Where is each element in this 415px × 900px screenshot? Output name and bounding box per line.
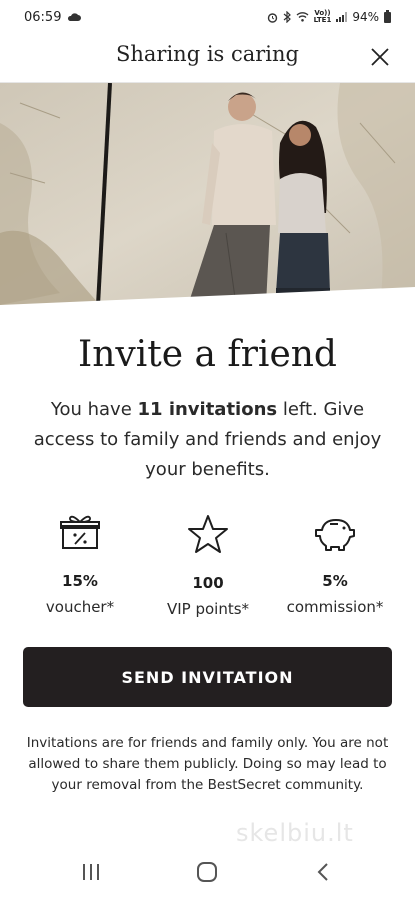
watermark: skelbiu.lt [236, 819, 354, 847]
modal-header: Sharing is caring [0, 36, 415, 83]
vip-points-label: VIP points* [166, 600, 250, 618]
status-left: 06:59 [24, 10, 82, 25]
bluetooth-icon [283, 11, 291, 23]
status-right: Vo)) LTE1 94% [267, 9, 391, 24]
system-navbar [0, 848, 415, 900]
voucher-label: voucher* [45, 598, 115, 616]
benefit-commission: 5% commission* [266, 514, 404, 616]
signal-icon [336, 12, 348, 22]
hero-image [0, 83, 415, 305]
cloud-icon [68, 13, 82, 21]
disclaimer-text: Invitations are for friends and family o… [26, 735, 389, 793]
home-icon[interactable] [192, 860, 222, 884]
commission-value: 5% [322, 572, 348, 590]
network-badge: Vo)) LTE1 [314, 10, 332, 24]
send-invitation-label: SEND INVITATION [121, 667, 294, 687]
intro-text-before: You have [50, 399, 138, 420]
recents-icon[interactable] [76, 860, 106, 884]
star-icon [188, 515, 228, 553]
piggy-bank-icon [315, 519, 355, 551]
battery-icon [384, 9, 391, 23]
page-title: Sharing is caring [115, 42, 299, 66]
hero-photo [0, 83, 415, 305]
alarm-icon [267, 12, 277, 23]
wifi-icon [296, 12, 309, 22]
benefit-voucher: 15% voucher* [11, 514, 149, 616]
voucher-value: 15% [62, 572, 98, 590]
status-bar: 06:59 Vo)) LTE1 94% [0, 0, 415, 36]
benefit-vip-points: 100 VIP points* [139, 514, 277, 618]
invite-heading: Invite a friend [78, 334, 337, 375]
gift-percent-icon [60, 515, 100, 549]
invitations-count: 11 invitations [137, 399, 278, 420]
network-label-bottom: LTE1 [313, 16, 332, 24]
status-time: 06:59 [24, 10, 62, 25]
commission-label: commission* [286, 598, 384, 616]
invite-intro: You have 11 invitations left. Give acces… [26, 395, 389, 485]
back-icon[interactable] [309, 860, 339, 884]
close-icon[interactable] [367, 44, 393, 70]
vip-points-value: 100 [192, 574, 224, 592]
send-invitation-button[interactable]: SEND INVITATION [23, 647, 392, 707]
battery-percent: 94% [352, 10, 379, 24]
